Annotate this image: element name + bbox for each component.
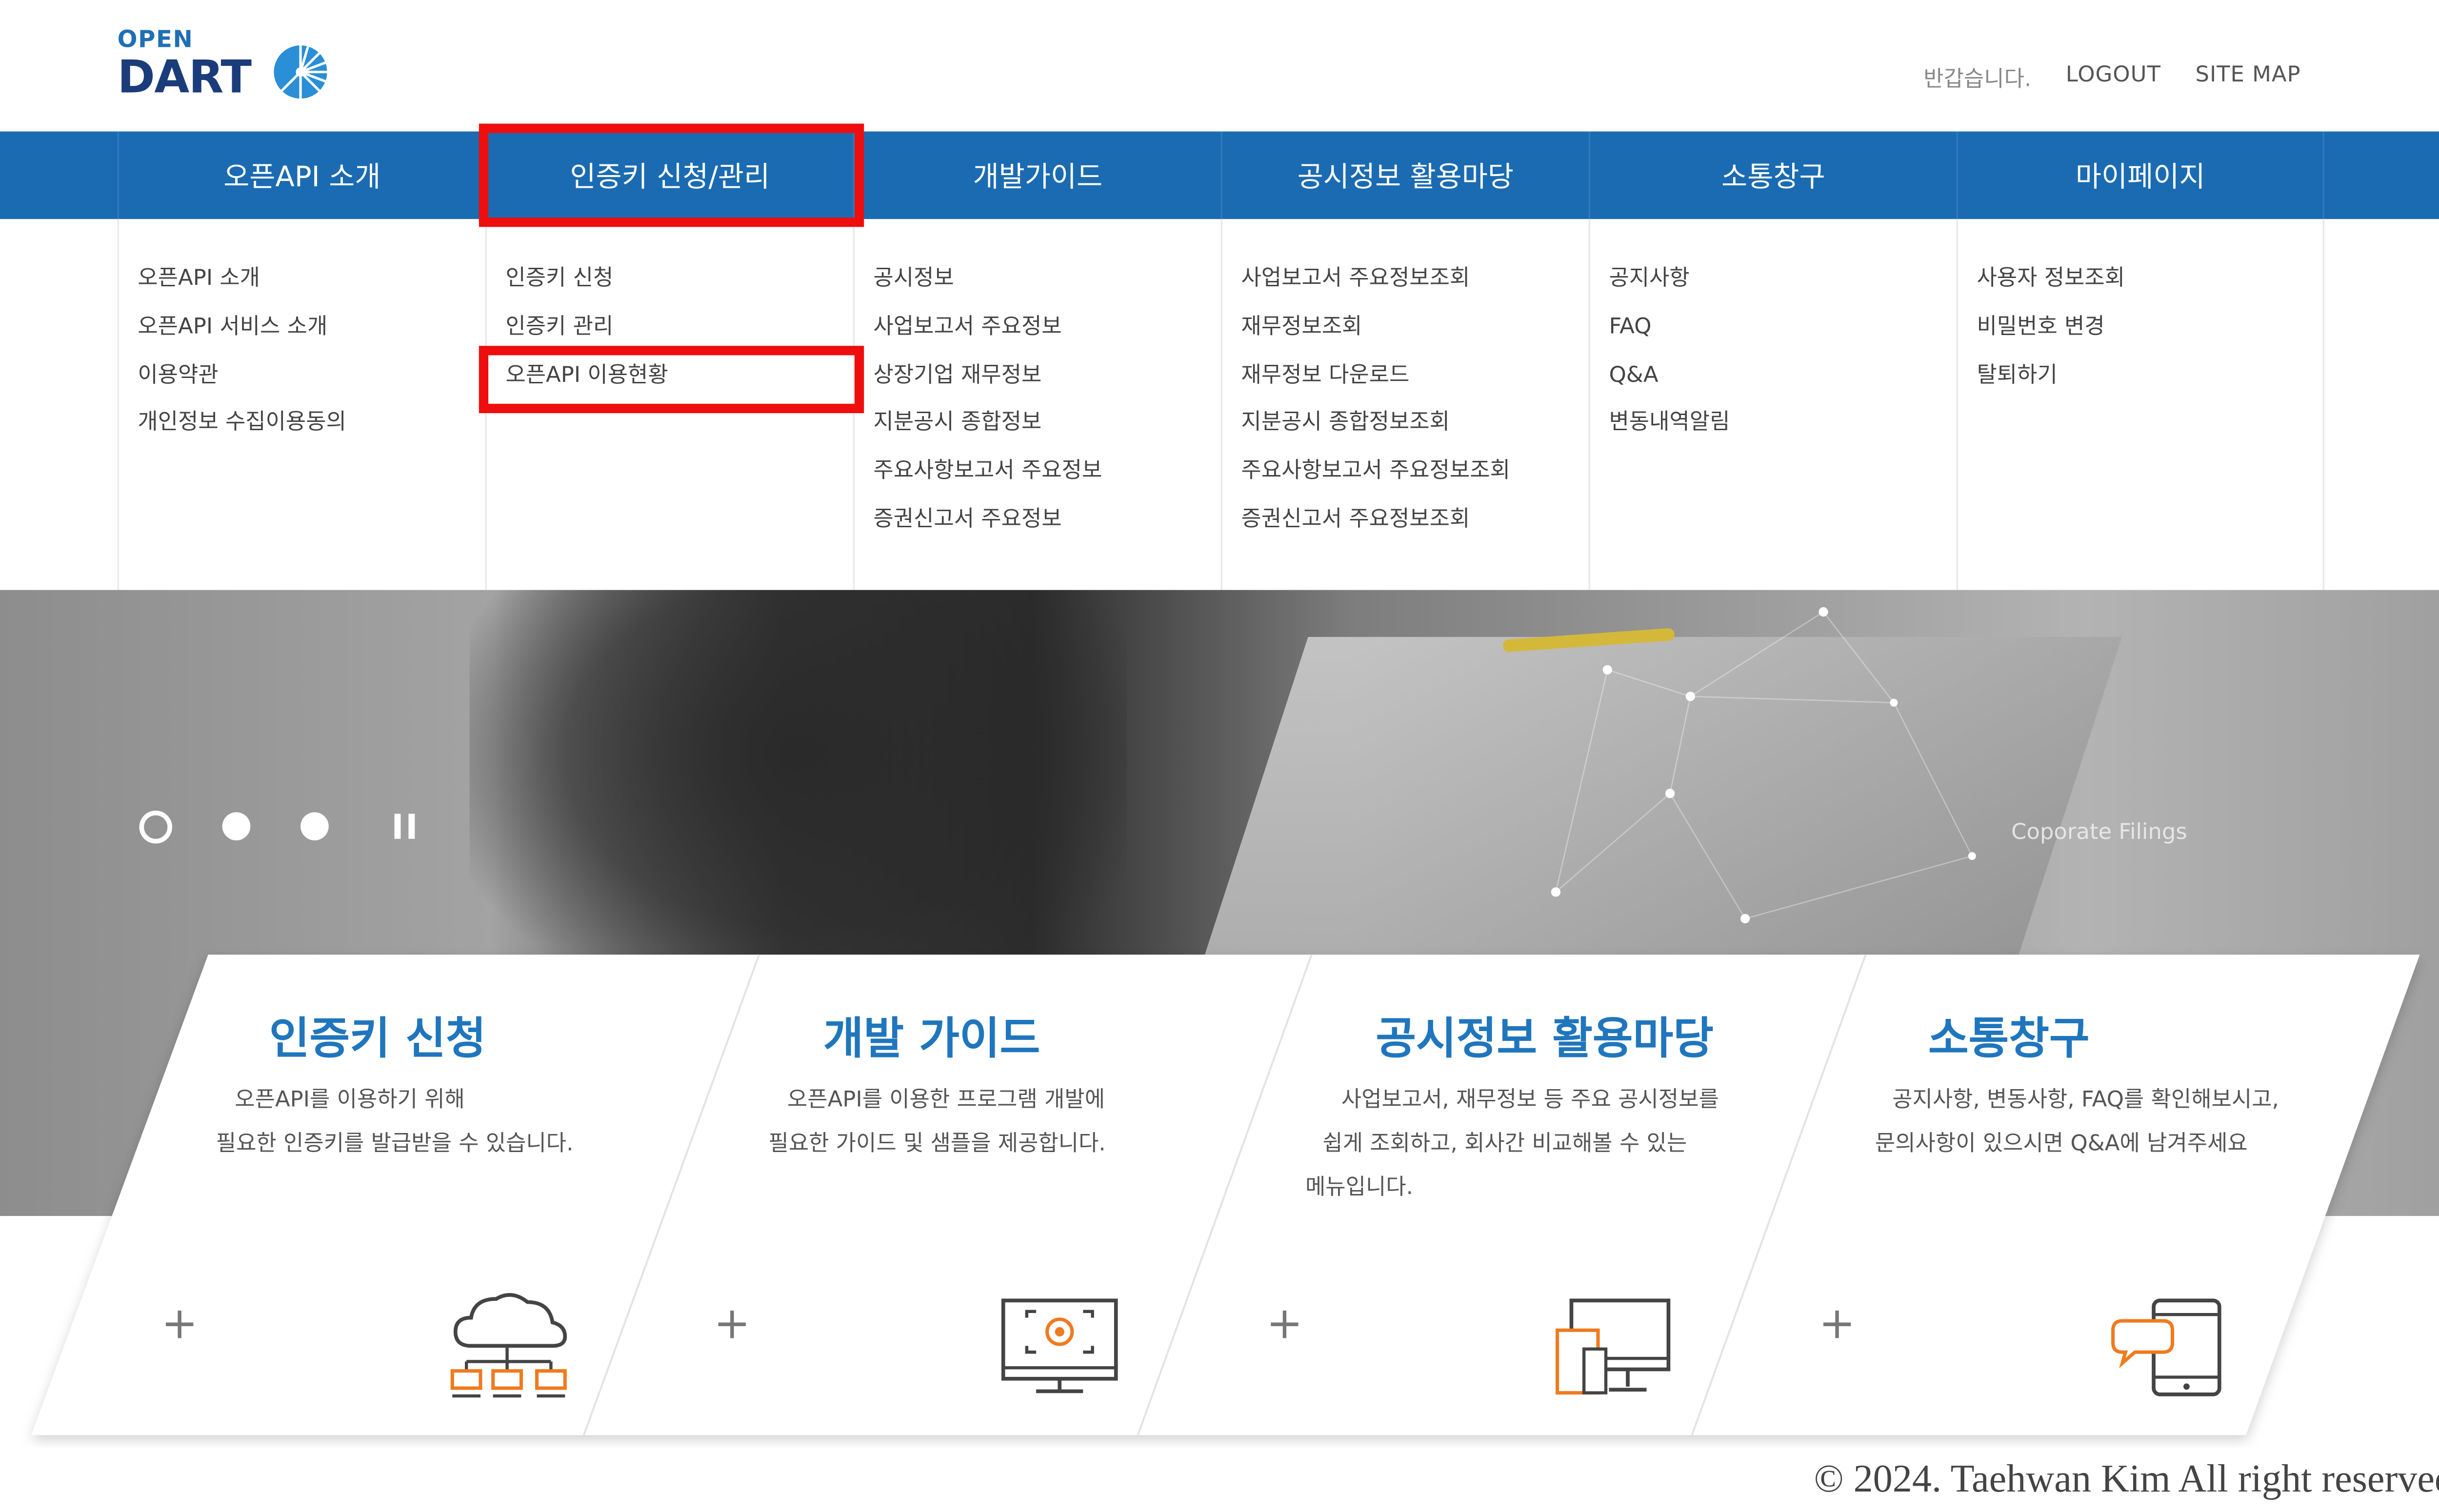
menu-item[interactable]: 이용약관 (138, 358, 485, 406)
menu-item[interactable]: 사용자 정보조회 (1977, 261, 2322, 310)
menu-item[interactable]: 탈퇴하기 (1977, 358, 2322, 406)
menu-item[interactable]: 주요사항보고서 주요정보 (873, 454, 1220, 502)
logo-dart-text: DART (117, 50, 252, 103)
logo-open-text: OPEN (117, 25, 194, 54)
menu-item[interactable]: 지분공시 종합정보조회 (1241, 406, 1588, 454)
card-desc-line: 메뉴입니다. (1305, 1175, 1413, 1200)
card-desc-line: 필요한 가이드 및 샘플을 제공합니다. (768, 1131, 1106, 1157)
menu-item[interactable]: 증권신고서 주요정보조회 (1241, 502, 1588, 551)
menu-column-mypage: 사용자 정보조회 비밀번호 변경 탈퇴하기 (1956, 219, 2324, 590)
page: OPEN DART 반갑습니다. LOGOUT SITE MAP 오픈API 소… (0, 0, 2439, 1512)
plus-icon[interactable]: + (161, 1301, 198, 1346)
menu-column-disclosure: 사업보고서 주요정보조회 재무정보조회 재무정보 다운로드 지분공시 종합정보조… (1220, 219, 1589, 590)
logout-link[interactable]: LOGOUT (2066, 62, 2161, 94)
menu-item[interactable]: 오픈API 소개 (138, 261, 485, 310)
menu-item[interactable]: 사업보고서 주요정보 (873, 310, 1220, 358)
slide-indicator-3[interactable] (300, 812, 329, 841)
card-title: 소통창구 (1928, 1012, 2090, 1064)
menu-item[interactable]: 비밀번호 변경 (1977, 310, 2322, 358)
slide-indicator-1[interactable] (139, 811, 172, 844)
card-disclosure[interactable]: 공시정보 활용마당 사업보고서, 재무정보 등 주요 공시정보를 쉽게 조회하고… (1190, 955, 1784, 1435)
card-apikey[interactable]: 인증키 신청 오픈API를 이용하기 위해 필요한 인증키를 발급받을 수 있습… (0, 955, 626, 1435)
monitor-target-icon (1001, 1298, 1118, 1393)
highlight-nav-apikey (479, 123, 864, 227)
menu-column-communication: 공지사항 FAQ Q&A 변동내역알림 (1588, 219, 1957, 590)
menu-item[interactable]: 상장기업 재무정보 (873, 358, 1220, 406)
mobile-chat-icon (2111, 1298, 2221, 1396)
hero-shadow (469, 590, 1127, 997)
menu-column-devguide: 공시정보 사업보고서 주요정보 상장기업 재무정보 지분공시 종합정보 주요사항… (853, 219, 1221, 590)
plus-icon[interactable]: + (714, 1301, 750, 1346)
card-desc-line: 쉽게 조회하고, 회사간 비교해볼 수 있는 (1322, 1131, 1687, 1157)
menu-item[interactable]: 증권신고서 주요정보 (873, 502, 1220, 551)
card-desc-line: 문의사항이 있으시면 Q&A에 남겨주세요 (1875, 1131, 2248, 1157)
menu-item[interactable]: 오픈API 서비스 소개 (138, 310, 485, 358)
menu-item[interactable]: 재무정보조회 (1241, 310, 1588, 358)
card-desc-line: 오픈API를 이용하기 위해 (235, 1087, 465, 1113)
hero-caption: Coporate Filings (2011, 820, 2187, 845)
mega-menu: 오픈API 소개 오픈API 서비스 소개 이용약관 개인정보 수집이용동의 인… (0, 219, 2439, 590)
network-graphic (1551, 607, 1976, 924)
menu-item[interactable]: 재무정보 다운로드 (1241, 358, 1588, 406)
menu-item[interactable]: 주요사항보고서 주요정보조회 (1241, 454, 1588, 502)
nav-item-openapi-intro[interactable]: 오픈API 소개 (117, 131, 485, 219)
card-desc-line: 필요한 인증키를 발급받을 수 있습니다. (216, 1131, 574, 1157)
greeting-text: 반갑습니다. (1923, 67, 2032, 93)
menu-item[interactable]: 인증키 신청 (505, 261, 853, 310)
plus-icon[interactable]: + (1266, 1301, 1303, 1346)
logo-wheel-icon (274, 45, 327, 99)
pause-icon[interactable] (394, 814, 417, 839)
nav-item-mypage[interactable]: 마이페이지 (1956, 131, 2324, 219)
nav-item-communication[interactable]: 소통창구 (1588, 131, 1957, 219)
menu-item[interactable]: 지분공시 종합정보 (873, 406, 1220, 454)
cloud-network-icon (450, 1293, 567, 1398)
menu-item[interactable]: 개인정보 수집이용동의 (138, 406, 485, 454)
sitemap-link[interactable]: SITE MAP (2195, 62, 2300, 94)
nav-item-dev-guide[interactable]: 개발가이드 (853, 131, 1221, 219)
card-desc-line: 사업보고서, 재무정보 등 주요 공시정보를 (1341, 1087, 1719, 1113)
card-devguide[interactable]: 개발 가이드 오픈API를 이용한 프로그램 개발에 필요한 가이드 및 샘플을… (626, 955, 1189, 1435)
slide-indicator-2[interactable] (222, 812, 251, 841)
top-links: 반갑습니다. LOGOUT SITE MAP (1923, 62, 2300, 94)
copyright-text: © 2024. Taehwan Kim All right reserved (1814, 1458, 2439, 1501)
devices-icon (1556, 1298, 1671, 1395)
menu-item[interactable]: 공시정보 (873, 261, 1220, 310)
menu-item[interactable]: 공지사항 (1609, 261, 1956, 310)
plus-icon[interactable]: + (1819, 1301, 1855, 1346)
card-communication[interactable]: 소통창구 공지사항, 변동사항, FAQ를 확인해보시고, 문의사항이 있으시면… (1784, 955, 2410, 1435)
nav-item-disclosure[interactable]: 공시정보 활용마당 (1220, 131, 1589, 219)
card-desc-line: 오픈API를 이용한 프로그램 개발에 (787, 1087, 1105, 1113)
menu-column-openapi: 오픈API 소개 오픈API 서비스 소개 이용약관 개인정보 수집이용동의 (117, 219, 485, 590)
menu-item[interactable]: 사업보고서 주요정보조회 (1241, 261, 1588, 310)
menu-item[interactable]: FAQ (1609, 310, 1956, 358)
card-title: 공시정보 활용마당 (1376, 1012, 1714, 1064)
card-desc-line: 공지사항, 변동사항, FAQ를 확인해보시고, (1892, 1087, 2279, 1113)
card-title: 인증키 신청 (269, 1012, 486, 1064)
highlight-api-usage (479, 346, 864, 414)
main-nav: 오픈API 소개 인증키 신청/관리 개발가이드 공시정보 활용마당 소통창구 … (0, 131, 2439, 219)
menu-item[interactable]: 변동내역알림 (1609, 406, 1956, 454)
open-dart-logo[interactable]: OPEN DART (118, 25, 337, 103)
menu-item[interactable]: Q&A (1609, 358, 1956, 406)
card-title: 개발 가이드 (823, 1012, 1040, 1064)
